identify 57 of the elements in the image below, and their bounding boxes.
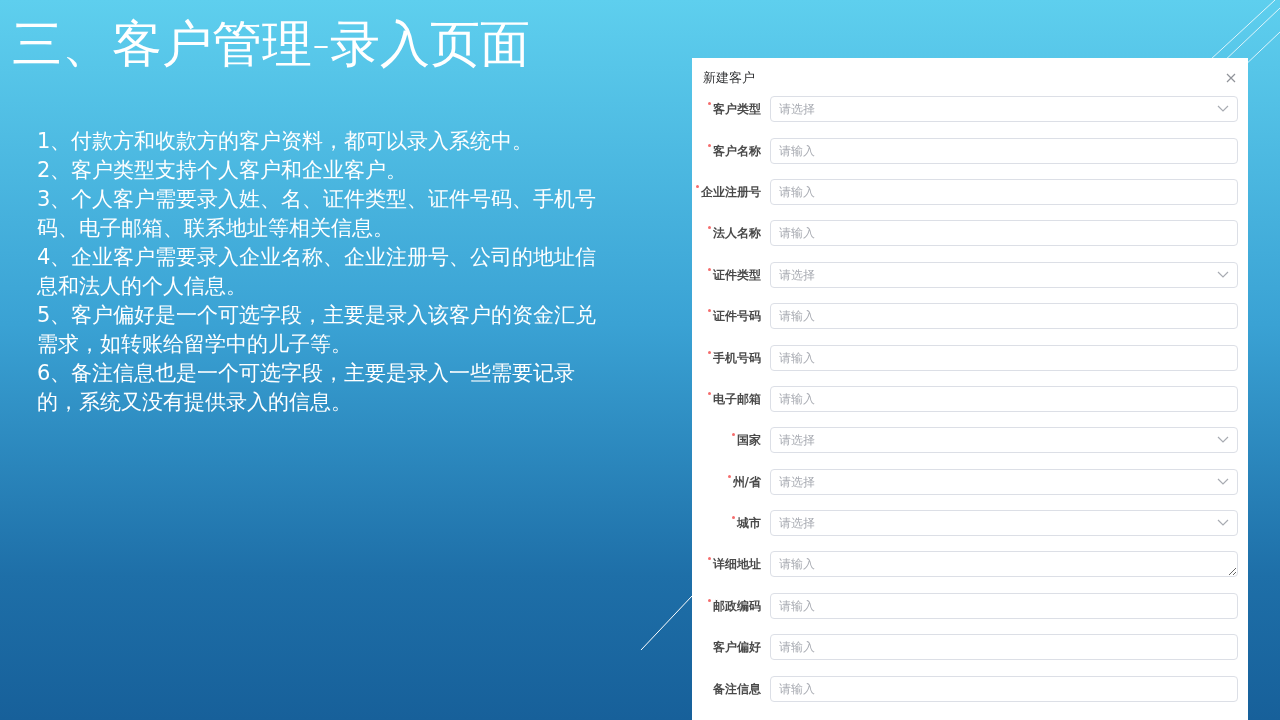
- required-mark-icon: [708, 226, 711, 230]
- select-field[interactable]: 请选择: [770, 96, 1238, 123]
- field-label: 电子邮箱: [713, 390, 761, 408]
- field-label: 州/省: [732, 473, 761, 491]
- bullet-text: 5、客户偏好是一个可选字段，主要是录入该客户的资金汇兑需求，如转账给留学中的儿子等。: [37, 302, 598, 358]
- field-label: 城市: [737, 515, 761, 533]
- required-mark-icon: [708, 598, 711, 602]
- required-mark-icon: [696, 184, 699, 188]
- input-field[interactable]: 请输入: [770, 592, 1238, 619]
- bullet-text: 6、备注信息也是一个可选字段，主要是录入一些需要记录的，系统又没有提供录入的信息。: [37, 360, 577, 416]
- required-mark-icon: [708, 143, 711, 147]
- field-label: 证件号码: [713, 308, 761, 326]
- required-mark-icon: [708, 391, 711, 395]
- bullet-text: 2、客户类型支持个人客户和企业客户。: [37, 157, 409, 184]
- input-field[interactable]: 请输入: [770, 634, 1238, 661]
- required-mark-icon: [708, 557, 711, 561]
- textarea-field[interactable]: 请输入: [770, 551, 1238, 578]
- field-label: 备注信息: [713, 680, 761, 698]
- field-label: 邮政编码: [713, 597, 761, 615]
- input-field[interactable]: 请输入: [770, 178, 1238, 205]
- input-field[interactable]: 请输入: [770, 220, 1238, 247]
- required-mark-icon: [708, 102, 711, 106]
- chevron-down-icon: [1217, 436, 1229, 445]
- select-field[interactable]: 请选择: [770, 510, 1238, 537]
- chevron-down-icon: [1217, 105, 1229, 114]
- field-label: 法人名称: [713, 225, 761, 243]
- field-label: 手机号码: [713, 349, 761, 367]
- select-field[interactable]: 请选择: [770, 427, 1238, 454]
- slide-title: 三、客户管理-录入页面: [12, 14, 532, 75]
- required-mark-icon: [732, 516, 735, 520]
- required-mark-icon: [727, 474, 731, 478]
- field-label: 企业注册号: [701, 183, 761, 201]
- required-mark-icon: [708, 350, 711, 354]
- required-mark-icon: [732, 433, 735, 437]
- field-label: 详细地址: [713, 556, 761, 574]
- input-field[interactable]: 请输入: [770, 137, 1238, 164]
- chevron-down-icon: [1217, 270, 1229, 279]
- select-field[interactable]: 请选择: [770, 261, 1238, 288]
- chevron-down-icon: [1217, 477, 1229, 486]
- close-icon[interactable]: [1226, 72, 1236, 83]
- required-mark-icon: [708, 267, 711, 271]
- dialog-title: 新建客户: [703, 69, 755, 87]
- field-label: 证件类型: [713, 266, 761, 284]
- field-label: 国家: [737, 432, 761, 450]
- bullet-text: 4、企业客户需要录入企业名称、企业注册号、公司的地址信息和法人的个人信息。: [37, 244, 598, 300]
- input-field[interactable]: 请输入: [770, 385, 1238, 412]
- field-label: 客户偏好: [713, 639, 761, 657]
- bullet-text: 3、个人客户需要录入姓、名、证件类型、证件号码、手机号码、电子邮箱、联系地址等相关信息。: [37, 186, 598, 242]
- input-field[interactable]: 请输入: [770, 344, 1238, 371]
- chevron-down-icon: [1217, 519, 1229, 528]
- field-label: 客户类型: [713, 101, 761, 119]
- field-label: 客户名称: [713, 142, 761, 160]
- input-field[interactable]: 请输入: [770, 675, 1238, 702]
- required-mark-icon: [708, 309, 711, 313]
- select-field[interactable]: 请选择: [770, 468, 1238, 495]
- bullet-text: 1、付款方和收款方的客户资料，都可以录入系统中。: [37, 128, 535, 155]
- input-field[interactable]: 请输入: [770, 303, 1238, 330]
